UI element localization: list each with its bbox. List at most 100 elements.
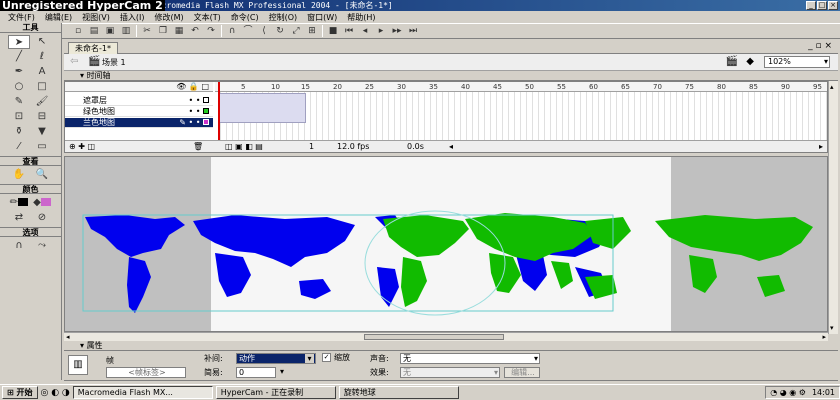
eraser-tool-icon[interactable]: ▭ — [31, 140, 53, 154]
redo-icon[interactable]: ↷ — [205, 25, 217, 37]
ease-slider-icon[interactable]: ▾ — [280, 367, 284, 376]
horizontal-scrollbar[interactable]: ◂ ▸ — [64, 332, 828, 341]
scrollbar-thumb[interactable] — [364, 334, 504, 340]
undo-icon[interactable]: ↶ — [189, 25, 201, 37]
open-folder-icon[interactable]: ▤ — [88, 25, 100, 37]
minimize-icon[interactable]: _ — [806, 1, 816, 10]
ease-input[interactable]: 0 — [236, 367, 276, 378]
step-forward-icon[interactable]: ▸▸ — [391, 25, 403, 37]
delete-layer-icon[interactable]: 🗑 — [193, 141, 203, 153]
stop-icon[interactable]: ■ — [327, 25, 339, 37]
effect-select[interactable]: 无 ▾ — [400, 367, 500, 378]
paste-icon[interactable]: ▦ — [173, 25, 185, 37]
rectangle-tool-icon[interactable]: □ — [31, 80, 53, 94]
layer-row-selected[interactable]: 兰色地图 ✎ • • — [65, 118, 213, 128]
fast-forward-icon[interactable]: ⏭ — [407, 25, 419, 37]
add-layer-icon[interactable]: ⊕ ✚ ◫ — [69, 141, 95, 153]
text-tool-icon[interactable]: A — [31, 65, 53, 79]
save-icon[interactable]: ▣ — [104, 25, 116, 37]
frame-ruler[interactable]: 5 10 15 20 25 30 35 40 45 50 55 60 65 70… — [215, 82, 827, 92]
align-icon[interactable]: ⊞ — [306, 25, 318, 37]
rotate-icon[interactable]: ↻ — [274, 25, 286, 37]
paint-bucket-tool-icon[interactable]: ▼ — [31, 125, 53, 139]
print-icon[interactable]: ▥ — [120, 25, 132, 37]
close-document-icon[interactable]: _ ▫ × — [808, 41, 832, 51]
green-world-map[interactable] — [383, 213, 813, 307]
motion-tween-span[interactable] — [218, 93, 306, 123]
step-back-icon[interactable]: ◂ — [359, 25, 371, 37]
brush-tool-icon[interactable]: 🖌 — [31, 95, 53, 109]
taskbar-item-hypercam[interactable]: HyperCam - 正在录制 — [215, 386, 336, 399]
menu-help[interactable]: 帮助(H) — [347, 12, 375, 23]
timeline-header[interactable]: ▾ 时间轴 — [64, 71, 838, 81]
layer-row[interactable]: 遮罩层 • • — [65, 96, 213, 106]
taskbar-item-flash[interactable]: Macromedia Flash MX... — [72, 386, 213, 399]
snap-magnet-icon[interactable]: ∩ — [226, 25, 238, 37]
swap-colors-icon[interactable]: ⇄ — [8, 211, 30, 225]
tween-select[interactable]: 动作 ▾ — [236, 353, 316, 364]
taskbar-item-folder[interactable]: 旋转地球 — [338, 386, 459, 399]
back-arrow-icon[interactable]: ⇦ — [70, 56, 78, 67]
vertical-scrollbar[interactable]: ▴ ▾ — [828, 81, 838, 334]
no-color-icon[interactable]: ⊘ — [31, 211, 53, 225]
hand-tool-icon[interactable]: ✋ — [8, 168, 30, 182]
start-button[interactable]: ⊞ 开始 — [2, 386, 38, 399]
scale-checkbox[interactable]: ✓ — [322, 353, 331, 362]
ink-bottle-tool-icon[interactable]: ⚱ — [8, 125, 30, 139]
subselect-tool-icon[interactable]: ↖ — [31, 35, 53, 49]
menu-file[interactable]: 文件(F) — [8, 12, 35, 23]
snap-magnet-icon[interactable]: ∩ — [8, 239, 30, 253]
menu-modify[interactable]: 修改(M) — [154, 12, 183, 23]
tray-icons[interactable]: ◔ ◕ ◉ ⚙ — [770, 387, 806, 398]
fill-color-icon[interactable]: ◆ — [31, 196, 53, 210]
stage-area[interactable] — [64, 156, 828, 332]
new-file-icon[interactable]: ▫ — [72, 25, 84, 37]
cut-icon[interactable]: ✂ — [141, 25, 153, 37]
properties-header[interactable]: ▾ 属性 — [64, 341, 838, 351]
onion-skin-icon[interactable]: ◫ ▣ ◧ ▤ — [225, 141, 263, 153]
scroll-right-icon[interactable]: ▸ — [822, 333, 826, 341]
free-transform-tool-icon[interactable]: ⊡ — [8, 110, 30, 124]
document-tab[interactable]: 未命名-1* — [68, 42, 118, 54]
menu-control[interactable]: 控制(O) — [269, 12, 298, 23]
copy-icon[interactable]: ❐ — [157, 25, 169, 37]
stroke-color-icon[interactable]: ✏ — [8, 196, 30, 210]
menu-edit[interactable]: 编辑(E) — [45, 12, 72, 23]
zoom-select[interactable]: 102% ▾ — [764, 56, 830, 68]
oval-tool-icon[interactable]: ○ — [8, 80, 30, 94]
menu-commands[interactable]: 命令(C) — [231, 12, 259, 23]
straighten-icon[interactable]: ⟨ — [258, 25, 270, 37]
menu-insert[interactable]: 插入(I) — [120, 12, 145, 23]
scroll-left-icon[interactable]: ◂ — [66, 333, 70, 341]
edit-sound-button[interactable]: 编辑... — [504, 367, 540, 378]
scale-icon[interactable]: ⤢ — [290, 25, 302, 37]
pen-tool-icon[interactable]: ✒ — [8, 65, 30, 79]
layer-row[interactable]: 绿色地图 • • — [65, 107, 213, 117]
menu-view[interactable]: 视图(V) — [82, 12, 110, 23]
quick-launch-icons[interactable]: ◎ ◐ ◑ — [41, 388, 70, 398]
scroll-down-icon[interactable]: ▾ — [830, 324, 834, 332]
zoom-tool-icon[interactable]: 🔍 — [31, 168, 53, 182]
play-icon[interactable]: ▸ — [375, 25, 387, 37]
pencil-tool-icon[interactable]: ✎ — [8, 95, 30, 109]
fill-transform-tool-icon[interactable]: ⊟ — [31, 110, 53, 124]
menu-text[interactable]: 文本(T) — [194, 12, 221, 23]
menu-window[interactable]: 窗口(W) — [307, 12, 337, 23]
rewind-icon[interactable]: ⏮ — [343, 25, 355, 37]
smooth-icon[interactable]: ⌒ — [242, 25, 254, 37]
scroll-up-icon[interactable]: ▴ — [830, 83, 834, 91]
edit-symbols-icon[interactable]: ◆ — [746, 56, 754, 67]
scroll-right-icon[interactable]: ▸ — [819, 141, 823, 153]
eyedropper-tool-icon[interactable]: ⁄ — [8, 140, 30, 154]
arrow-tool-icon[interactable]: ➤ — [8, 35, 30, 49]
lasso-tool-icon[interactable]: ℓ — [31, 50, 53, 64]
edit-scene-icon[interactable]: 🎬 — [726, 56, 738, 67]
world-maps[interactable] — [65, 157, 828, 332]
line-tool-icon[interactable]: ╱ — [8, 50, 30, 64]
close-icon[interactable]: × — [828, 1, 838, 10]
maximize-icon[interactable]: □ — [817, 1, 827, 10]
smooth-option-icon[interactable]: ⤳ — [31, 239, 53, 253]
scroll-left-icon[interactable]: ◂ — [449, 141, 453, 153]
sound-select[interactable]: 无 ▾ — [400, 353, 540, 364]
frame-name-input[interactable]: <帧标签> — [106, 367, 186, 378]
